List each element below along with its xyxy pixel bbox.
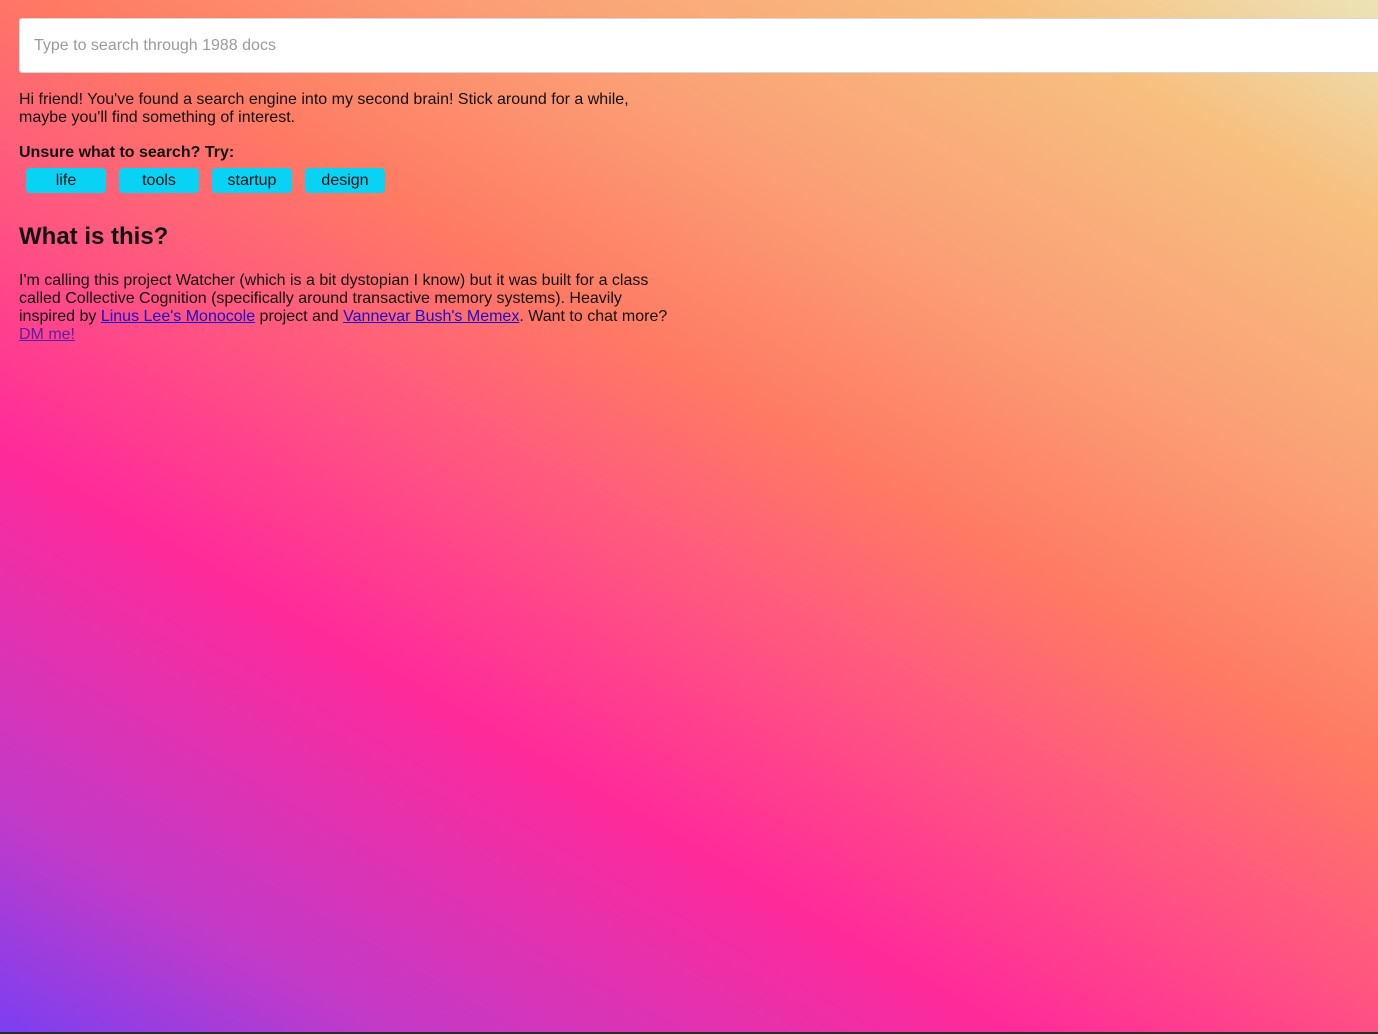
suggestion-chip-tools[interactable]: tools	[119, 168, 199, 193]
about-text-3: . Want to chat more?	[519, 308, 668, 325]
dm-me-link[interactable]: DM me!	[19, 326, 75, 343]
suggestion-chip-startup[interactable]: startup	[212, 168, 292, 193]
intro-text: Hi friend! You've found a search engine …	[19, 91, 629, 126]
search-input[interactable]	[20, 19, 1378, 72]
suggestion-chips: life tools startup design	[26, 168, 1378, 193]
suggestions-label: Unsure what to search? Try:	[19, 144, 235, 161]
memex-link[interactable]: Vannevar Bush's Memex	[343, 308, 519, 325]
suggestion-chip-design[interactable]: design	[305, 168, 385, 193]
about-paragraph: I'm calling this project Watcher (which …	[19, 272, 681, 344]
about-heading: What is this?	[19, 223, 169, 250]
monocole-link[interactable]: Linus Lee's Monocole	[101, 308, 255, 325]
suggestion-chip-life[interactable]: life	[26, 168, 106, 193]
search-box[interactable]	[19, 18, 1378, 73]
page-content: Hi friend! You've found a search engine …	[19, 18, 1378, 344]
about-text-2: project and	[255, 308, 344, 325]
